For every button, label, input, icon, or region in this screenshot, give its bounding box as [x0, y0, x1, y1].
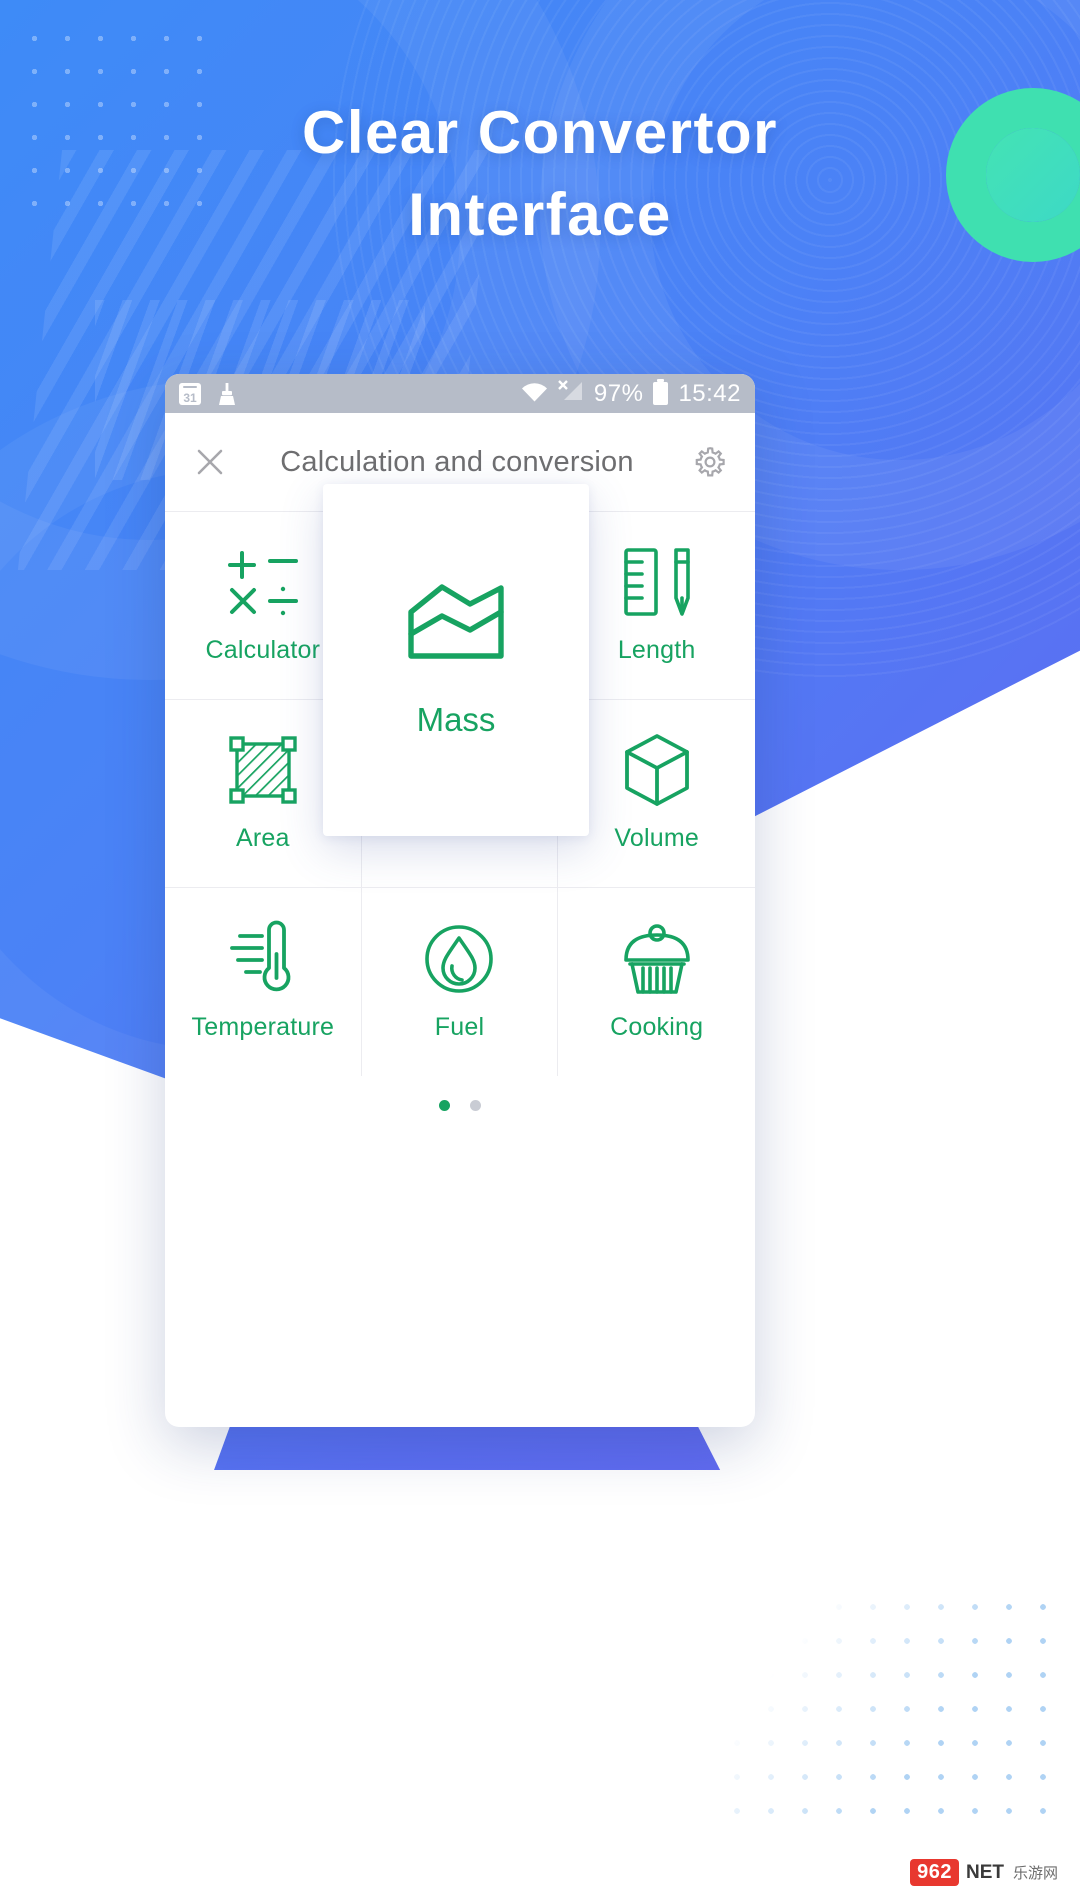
- grid-item-mass-card[interactable]: Mass: [323, 484, 589, 836]
- grid-item-label: Length: [617, 636, 696, 664]
- pagination-dot-active[interactable]: [439, 1099, 450, 1111]
- status-bar-right: 97% 15:42: [521, 379, 741, 408]
- grid-item-label: Volume: [614, 824, 699, 852]
- grid-item-cooking[interactable]: Cooking: [558, 888, 755, 1076]
- status-bar: 31 97% 15:42: [165, 374, 755, 413]
- phone-mockup: 31 97% 15:42 Calculation and conversion …: [165, 374, 755, 1427]
- grid-item-fuel[interactable]: Fuel: [361, 888, 559, 1076]
- pagination-dot[interactable]: [470, 1099, 481, 1111]
- watermark-logo: 962: [910, 1859, 959, 1886]
- converter-grid: Calculator Currency: [165, 484, 755, 1076]
- broom-icon: [217, 382, 237, 405]
- grid-item-label: Calculator: [205, 636, 321, 664]
- pagination-dots[interactable]: [165, 1076, 755, 1134]
- area-hatched-square-icon: [227, 734, 299, 806]
- promo-headline: Clear Convertor Interface: [0, 92, 1080, 255]
- cube-icon: [621, 734, 693, 806]
- grid-item-temperature[interactable]: Temperature: [165, 888, 362, 1076]
- status-bar-left: 31: [179, 382, 237, 405]
- watermark-cn-text: 乐游网: [1012, 1865, 1058, 1882]
- grid-item-label: Area: [236, 824, 290, 852]
- calculator-icon: [224, 546, 302, 618]
- grid-item-label: Fuel: [434, 1012, 485, 1041]
- thermometer-icon: [224, 920, 302, 995]
- mass-scale-icon: [406, 582, 506, 671]
- watermark-net: NET: [965, 1861, 1004, 1883]
- calendar-icon: 31: [179, 382, 201, 405]
- cupcake-icon: [618, 923, 696, 995]
- grid-item-label: Cooking: [610, 1012, 704, 1041]
- signal-no-service-icon: [558, 380, 584, 407]
- wifi-icon: [521, 381, 548, 407]
- grid-item-label: Mass: [416, 700, 496, 738]
- grid-item-label: Temperature: [191, 1012, 335, 1041]
- headline-line-2: Interface: [408, 180, 672, 248]
- headline-line-1: Clear Convertor: [302, 99, 778, 166]
- battery-percent-label: 97%: [593, 379, 644, 407]
- background-dot-grid-bottom-right: [720, 1590, 1050, 1840]
- ruler-pencil-icon: [621, 546, 693, 618]
- page-title: Calculation and conversion: [280, 445, 634, 478]
- watermark: 962 NET 乐游网: [910, 1859, 1058, 1886]
- gear-icon[interactable]: [693, 445, 727, 479]
- clock-label: 15:42: [678, 379, 741, 407]
- phone-bottom-padding: [165, 1134, 755, 1220]
- fuel-droplet-icon: [422, 923, 496, 995]
- battery-icon: [653, 379, 669, 405]
